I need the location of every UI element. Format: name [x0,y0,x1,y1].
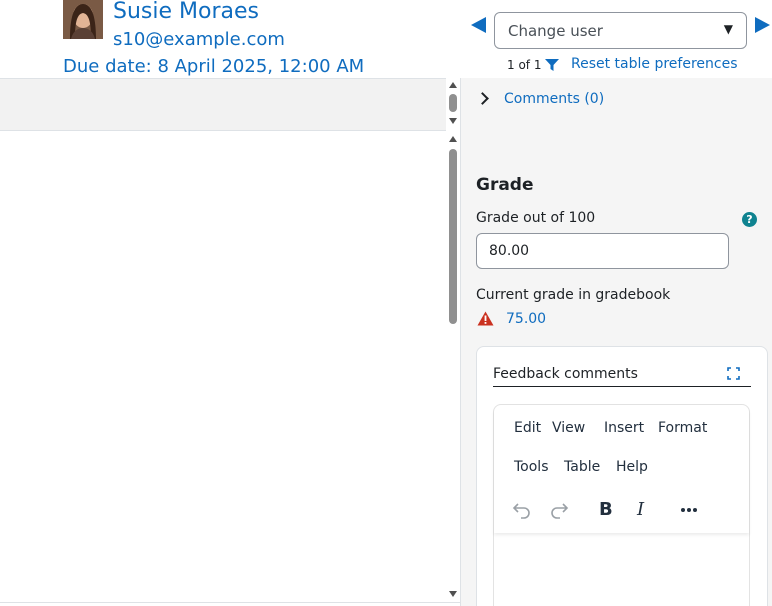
filter-icon[interactable] [545,59,559,71]
scroll-up-icon[interactable] [449,82,457,88]
menu-help[interactable]: Help [616,459,648,475]
change-user-select[interactable]: Change user ▼ [494,12,747,49]
change-user-placeholder: Change user [508,22,603,40]
grade-heading: Grade [476,175,534,195]
chevron-right-icon [476,92,489,105]
user-counter: 1 of 1 [507,58,542,72]
menu-table[interactable]: Table [564,459,600,475]
bold-button[interactable]: B [599,499,613,520]
current-grade-link[interactable]: 75.00 [506,311,546,327]
comments-toggle[interactable]: Comments (0) [475,89,635,111]
comments-link[interactable]: Comments (0) [504,91,604,107]
warning-icon [477,311,494,326]
scroll-thumb[interactable] [449,94,457,112]
scroll-thumb[interactable] [449,149,457,324]
feedback-editor[interactable]: Edit View Insert Format Tools Table Help… [493,404,750,606]
help-icon[interactable]: ? [742,212,757,227]
menu-edit[interactable]: Edit [514,420,541,436]
caret-down-icon: ▼ [723,22,733,36]
grading-panel: Comments (0) Grade Grade out of 100 ? Cu… [461,78,772,606]
reset-table-preferences-link[interactable]: Reset table preferences [571,56,738,72]
feedback-comments-card: Feedback comments Edit View Insert Forma… [476,346,768,606]
italic-button[interactable]: I [637,499,644,520]
fullscreen-icon[interactable] [727,367,740,380]
user-avatar [63,0,103,39]
submission-scrollbar[interactable] [446,131,460,606]
undo-icon[interactable] [512,500,532,520]
grade-label: Grade out of 100 [476,210,596,226]
menu-tools[interactable]: Tools [514,459,549,475]
submission-toolbar-area [0,78,446,131]
divider [0,602,460,603]
user-email: s10@example.com [113,29,285,50]
grade-input[interactable] [476,233,729,269]
next-user-icon[interactable] [755,17,770,33]
scroll-up-icon[interactable] [449,136,457,142]
user-name[interactable]: Susie Moraes [113,0,259,24]
scroll-down-icon[interactable] [449,591,457,597]
previous-user-icon[interactable] [471,17,486,33]
scroll-down-icon[interactable] [449,118,457,124]
current-grade-label: Current grade in gradebook [476,287,671,303]
due-date: Due date: 8 April 2025, 12:00 AM [63,56,365,77]
divider [493,386,751,387]
redo-icon[interactable] [549,500,569,520]
menu-insert[interactable]: Insert [604,420,644,436]
top-scrollbar[interactable] [446,78,460,131]
feedback-comments-title: Feedback comments [493,366,638,382]
editor-toolbar: Edit View Insert Format Tools Table Help… [494,405,749,533]
more-icon[interactable] [679,500,699,520]
menu-format[interactable]: Format [658,420,707,436]
menu-view[interactable]: View [552,420,585,436]
